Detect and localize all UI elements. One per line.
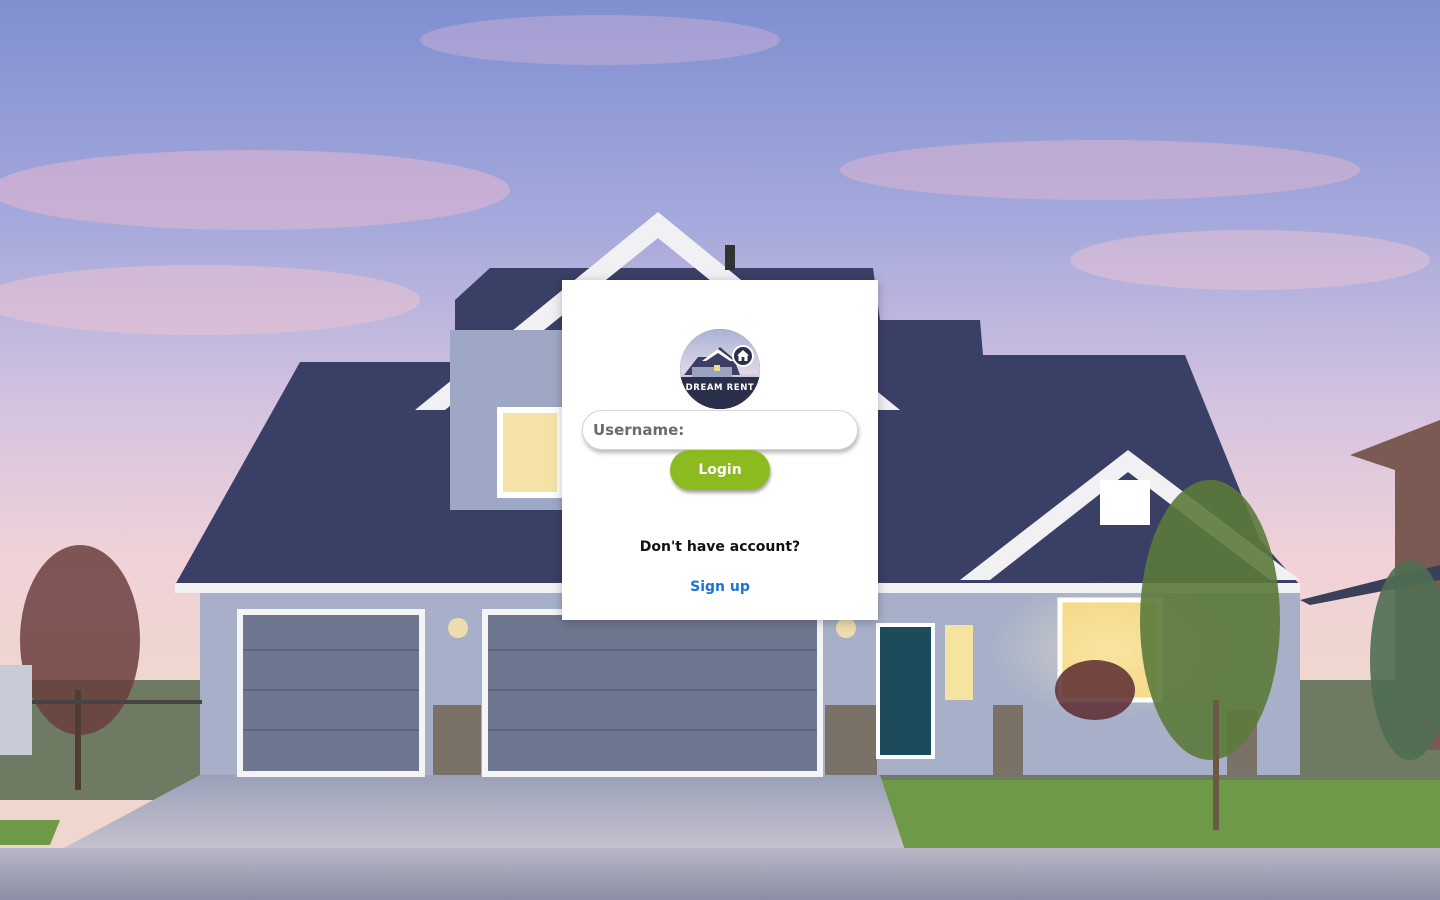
username-field-wrapper [582, 410, 858, 450]
logo-text: DREAM RENT [685, 383, 755, 393]
signup-link[interactable]: Sign up [562, 579, 878, 595]
no-account-text: Don't have account? [639, 539, 801, 555]
login-card: DREAM RENT Login Don't have account? Sig… [562, 280, 878, 620]
username-input[interactable] [583, 411, 857, 449]
login-button[interactable]: Login [670, 450, 770, 490]
house-icon [732, 345, 754, 367]
dream-rent-logo: DREAM RENT [680, 329, 760, 409]
